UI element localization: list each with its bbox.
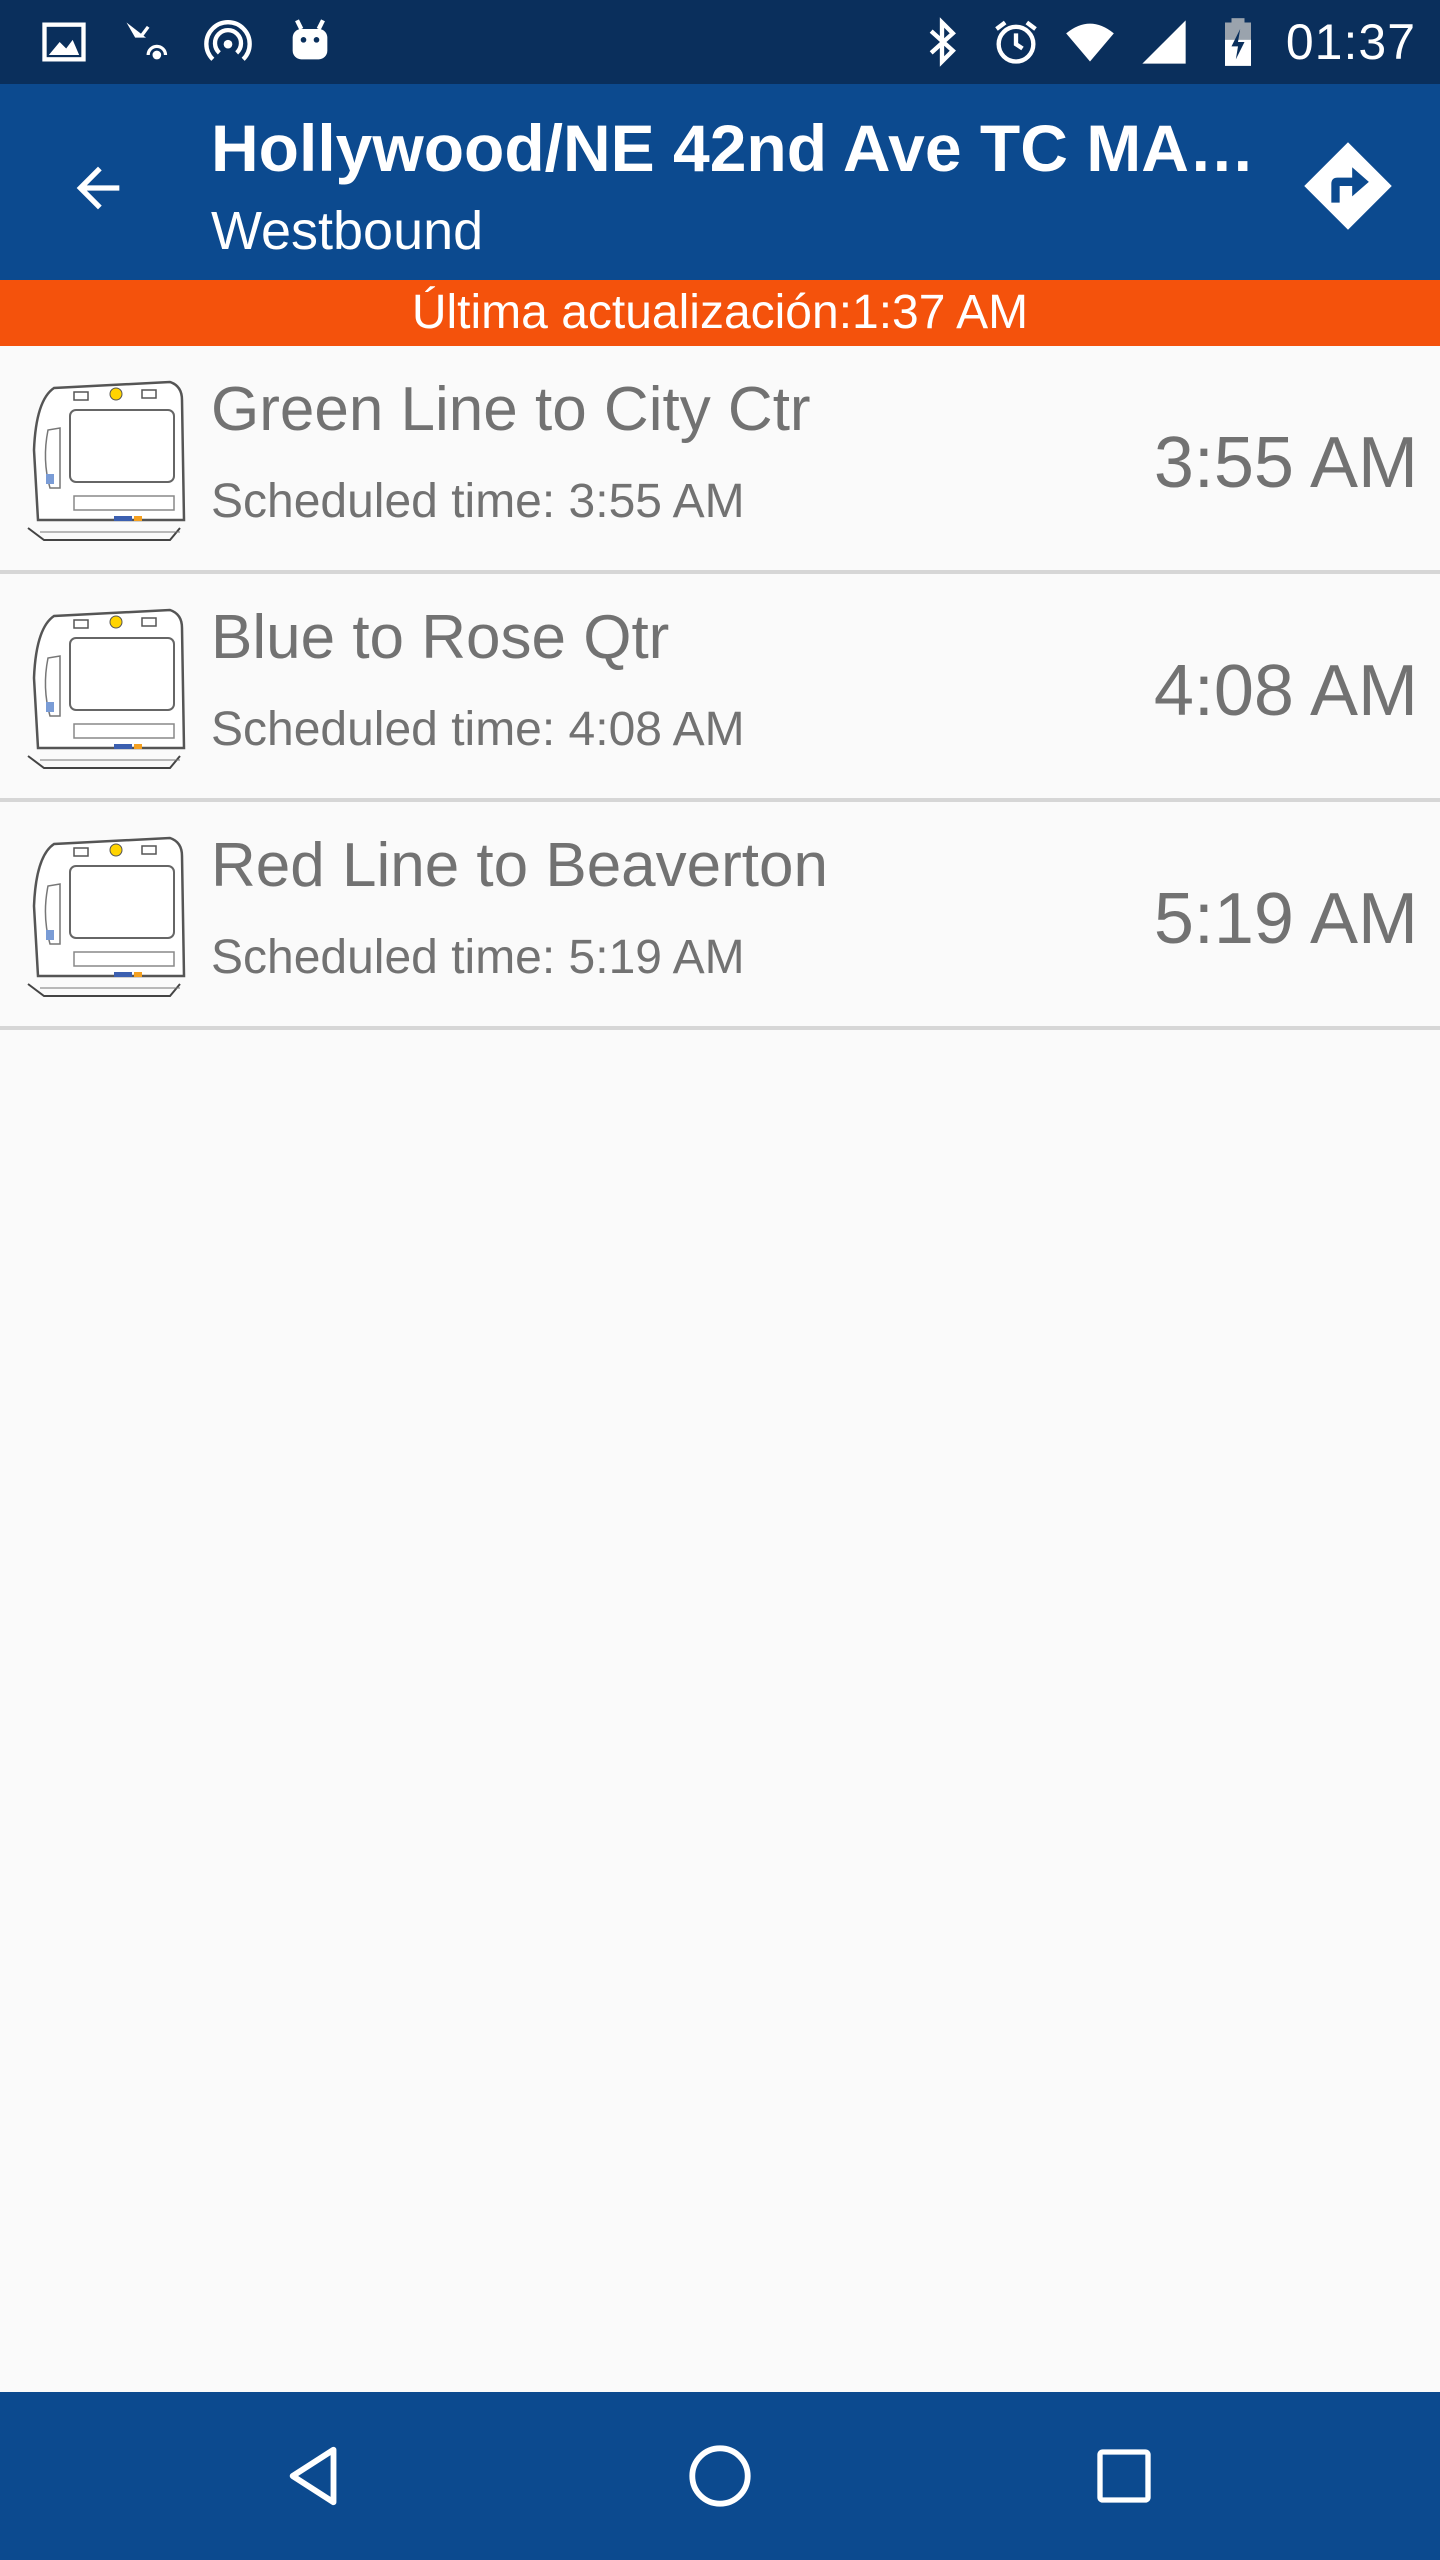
nav-recents-icon — [1097, 2449, 1151, 2503]
wifi-icon — [1066, 23, 1114, 62]
directions-icon — [1304, 142, 1392, 230]
last-update-banner: Última actualización:1:37 AM — [0, 280, 1440, 346]
scheduled-time: Scheduled time: 5:19 AM — [211, 931, 745, 984]
app-bar: Hollywood/NE 42nd Ave TC MAX Station Wes… — [0, 84, 1440, 280]
max-train-icon — [27, 608, 186, 769]
status-bar-left — [38, 14, 336, 70]
arrivals-list: Green Line to City Ctr Scheduled time: 3… — [0, 346, 1440, 1030]
scheduled-time: Scheduled time: 4:08 AM — [211, 703, 745, 756]
signal-antenna-icon — [126, 22, 168, 60]
cell-signal-icon — [1142, 20, 1186, 64]
alarm-icon — [995, 20, 1037, 64]
image-icon — [42, 22, 86, 62]
arrival-time: 3:55 AM — [1153, 423, 1418, 503]
status-bar-right: 01:37 — [916, 14, 1416, 70]
nav-back-icon — [289, 2446, 337, 2506]
arrival-time: 4:08 AM — [1153, 651, 1418, 731]
arrow-back-icon — [76, 166, 120, 210]
bluetooth-icon — [929, 17, 956, 67]
route-name: Blue to Rose Qtr — [211, 603, 670, 672]
nav-home-button[interactable] — [670, 2426, 770, 2526]
list-item[interactable]: Green Line to City Ctr Scheduled time: 3… — [0, 346, 1440, 574]
nav-home-icon — [689, 2445, 751, 2507]
android-debug-icon — [292, 19, 328, 60]
page-title: Hollywood/NE 42nd Ave TC MAX Station — [211, 111, 1261, 185]
nav-back-button[interactable] — [266, 2426, 366, 2526]
status-time: 01:37 — [1285, 14, 1416, 70]
navigation-bar — [0, 2392, 1440, 2560]
max-train-icon — [27, 836, 186, 997]
page-subtitle: Westbound — [211, 201, 484, 261]
route-name: Green Line to City Ctr — [211, 375, 811, 444]
nav-recents-button[interactable] — [1074, 2426, 1174, 2526]
battery-icon — [1224, 18, 1251, 66]
status-bar: 01:37 — [0, 0, 1440, 84]
back-button[interactable] — [50, 140, 146, 236]
scheduled-time: Scheduled time: 3:55 AM — [211, 475, 745, 528]
directions-button[interactable] — [1298, 136, 1398, 236]
max-train-icon — [27, 380, 186, 541]
hotspot-icon — [204, 20, 252, 61]
route-name: Red Line to Beaverton — [211, 831, 828, 900]
list-item[interactable]: Red Line to Beaverton Scheduled time: 5:… — [0, 802, 1440, 1030]
list-item[interactable]: Blue to Rose Qtr Scheduled time: 4:08 AM… — [0, 574, 1440, 802]
arrival-time: 5:19 AM — [1153, 879, 1418, 959]
